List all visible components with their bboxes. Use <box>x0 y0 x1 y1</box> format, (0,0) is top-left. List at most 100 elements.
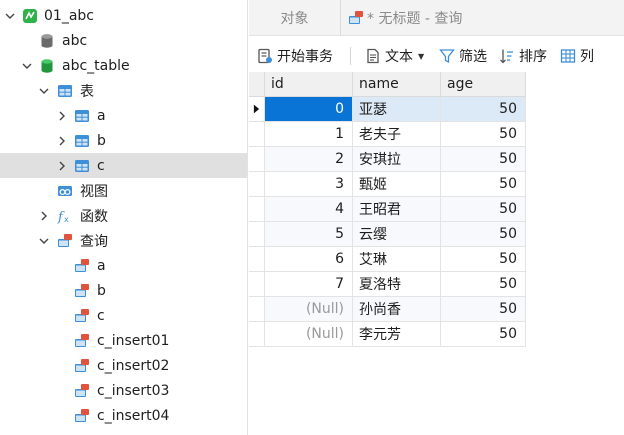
begin-transaction-button[interactable]: 开始事务 <box>257 44 333 68</box>
cell-id[interactable]: 4 <box>265 197 353 222</box>
row-indicator <box>249 147 265 172</box>
cell-name[interactable]: 孙尚香 <box>353 297 441 322</box>
cell-age[interactable]: 50 <box>441 147 526 172</box>
navigation-tree: 01_abc abc abc_table 表 a b c 视图 f x 函数 查… <box>0 0 248 435</box>
cell-age[interactable]: 50 <box>441 297 526 322</box>
cell-name[interactable]: 亚瑟 <box>353 97 441 122</box>
tree-item-label: abc_table <box>62 57 130 74</box>
cell-name[interactable]: 王昭君 <box>353 197 441 222</box>
row-indicator <box>249 172 265 197</box>
tree-item-label: b <box>97 132 106 149</box>
cell-age[interactable]: 50 <box>441 322 526 347</box>
cell-age[interactable]: 50 <box>441 272 526 297</box>
dropdown-caret-icon[interactable]: ▼ <box>418 52 424 61</box>
grid-corner <box>249 72 265 97</box>
cell-id[interactable]: 2 <box>265 147 353 172</box>
cell-age[interactable]: 50 <box>441 122 526 147</box>
tree-item-query-c-insert04[interactable]: c_insert04 <box>0 403 247 428</box>
cell-id[interactable]: 3 <box>265 172 353 197</box>
tree-item-query-c-insert01[interactable]: c_insert01 <box>0 328 247 353</box>
connection-icon <box>21 7 38 24</box>
column-header-name[interactable]: name <box>353 72 441 97</box>
tree-item-query-b[interactable]: b <box>0 278 247 303</box>
tree-item-table-c[interactable]: c <box>0 153 247 178</box>
cell-name[interactable]: 云缨 <box>353 222 441 247</box>
chevron-right-icon[interactable] <box>56 160 68 172</box>
tab-untitled-query[interactable]: * 无标题 - 查询 <box>342 0 462 36</box>
chevron-right-icon[interactable] <box>56 135 68 147</box>
tree-item-database-abc[interactable]: abc <box>0 28 247 53</box>
cell-age[interactable]: 50 <box>441 97 526 122</box>
queries-folder-icon <box>56 232 73 249</box>
tree-item-label: c_insert01 <box>97 332 170 349</box>
cell-name[interactable]: 安琪拉 <box>353 147 441 172</box>
filter-button[interactable]: 筛选 <box>439 44 487 68</box>
table-icon <box>73 107 90 124</box>
tree-item-label: b <box>97 282 106 299</box>
button-label: 列 <box>580 49 594 65</box>
query-icon <box>73 282 90 299</box>
tree-item-label: 查询 <box>80 233 108 250</box>
tree-item-connection[interactable]: 01_abc <box>0 3 247 28</box>
cell-name[interactable]: 老夫子 <box>353 122 441 147</box>
cell-name[interactable]: 夏洛特 <box>353 272 441 297</box>
cell-name[interactable]: 甄姬 <box>353 172 441 197</box>
sort-button[interactable]: 排序 <box>499 44 547 68</box>
columns-button[interactable]: 列 <box>560 44 594 68</box>
cell-id[interactable]: 5 <box>265 222 353 247</box>
cell-name[interactable]: 李元芳 <box>353 322 441 347</box>
tree-item-database-abc-table[interactable]: abc_table <box>0 53 247 78</box>
cell-id-null[interactable]: (Null) <box>265 322 353 347</box>
database-gray-icon <box>38 32 55 49</box>
row-indicator <box>249 272 265 297</box>
column-header-id[interactable]: id <box>265 72 353 97</box>
cell-id-null[interactable]: (Null) <box>265 297 353 322</box>
chevron-right-icon[interactable] <box>38 210 50 222</box>
tree-item-table-b[interactable]: b <box>0 128 247 153</box>
tree-item-query-c-insert02[interactable]: c_insert02 <box>0 353 247 378</box>
tree-item-tables-folder[interactable]: 表 <box>0 78 247 103</box>
tree-item-label: c <box>97 307 105 324</box>
cell-age[interactable]: 50 <box>441 197 526 222</box>
tree-item-label: 01_abc <box>44 7 94 24</box>
query-icon <box>73 382 90 399</box>
tree-item-query-c-insert03[interactable]: c_insert03 <box>0 378 247 403</box>
tree-item-queries-folder[interactable]: 查询 <box>0 228 247 253</box>
chevron-down-icon[interactable] <box>38 235 50 247</box>
current-row-indicator-icon <box>249 97 265 122</box>
cell-age[interactable]: 50 <box>441 222 526 247</box>
tab-objects[interactable]: 对象 <box>249 0 341 36</box>
chevron-down-icon[interactable] <box>4 10 16 22</box>
database-green-icon <box>38 57 55 74</box>
chevron-down-icon[interactable] <box>21 60 33 72</box>
cell-id[interactable]: 1 <box>265 122 353 147</box>
tree-item-table-a[interactable]: a <box>0 103 247 128</box>
cell-age[interactable]: 50 <box>441 247 526 272</box>
tree-item-label: c <box>97 157 105 174</box>
chevron-right-icon[interactable] <box>56 110 68 122</box>
column-header-label: name <box>359 76 399 92</box>
cell-id[interactable]: 7 <box>265 272 353 297</box>
tree-item-label: c_insert04 <box>97 407 170 424</box>
query-icon <box>73 357 90 374</box>
query-icon <box>73 257 90 274</box>
cell-name[interactable]: 艾琳 <box>353 247 441 272</box>
tree-item-functions-folder[interactable]: fx 函数 <box>0 203 247 228</box>
cell-id[interactable]: 6 <box>265 247 353 272</box>
tree-item-label: 表 <box>80 83 94 100</box>
chevron-down-icon[interactable] <box>38 85 50 97</box>
row-indicator <box>249 222 265 247</box>
toolbar-divider <box>350 47 351 65</box>
tree-item-query-c[interactable]: c <box>0 303 247 328</box>
cell-age[interactable]: 50 <box>441 172 526 197</box>
column-header-age[interactable]: age <box>441 72 526 97</box>
cell-id[interactable]: 0 <box>265 97 353 122</box>
tree-item-views-folder[interactable]: 视图 <box>0 178 247 203</box>
text-view-button[interactable]: 文本 ▼ <box>365 44 424 68</box>
query-icon <box>73 307 90 324</box>
functions-folder-icon: fx <box>56 207 73 224</box>
tab-label: 对象 <box>280 11 309 27</box>
button-label: 排序 <box>519 49 547 65</box>
tree-item-query-a[interactable]: a <box>0 253 247 278</box>
tree-item-label: c_insert03 <box>97 382 170 399</box>
